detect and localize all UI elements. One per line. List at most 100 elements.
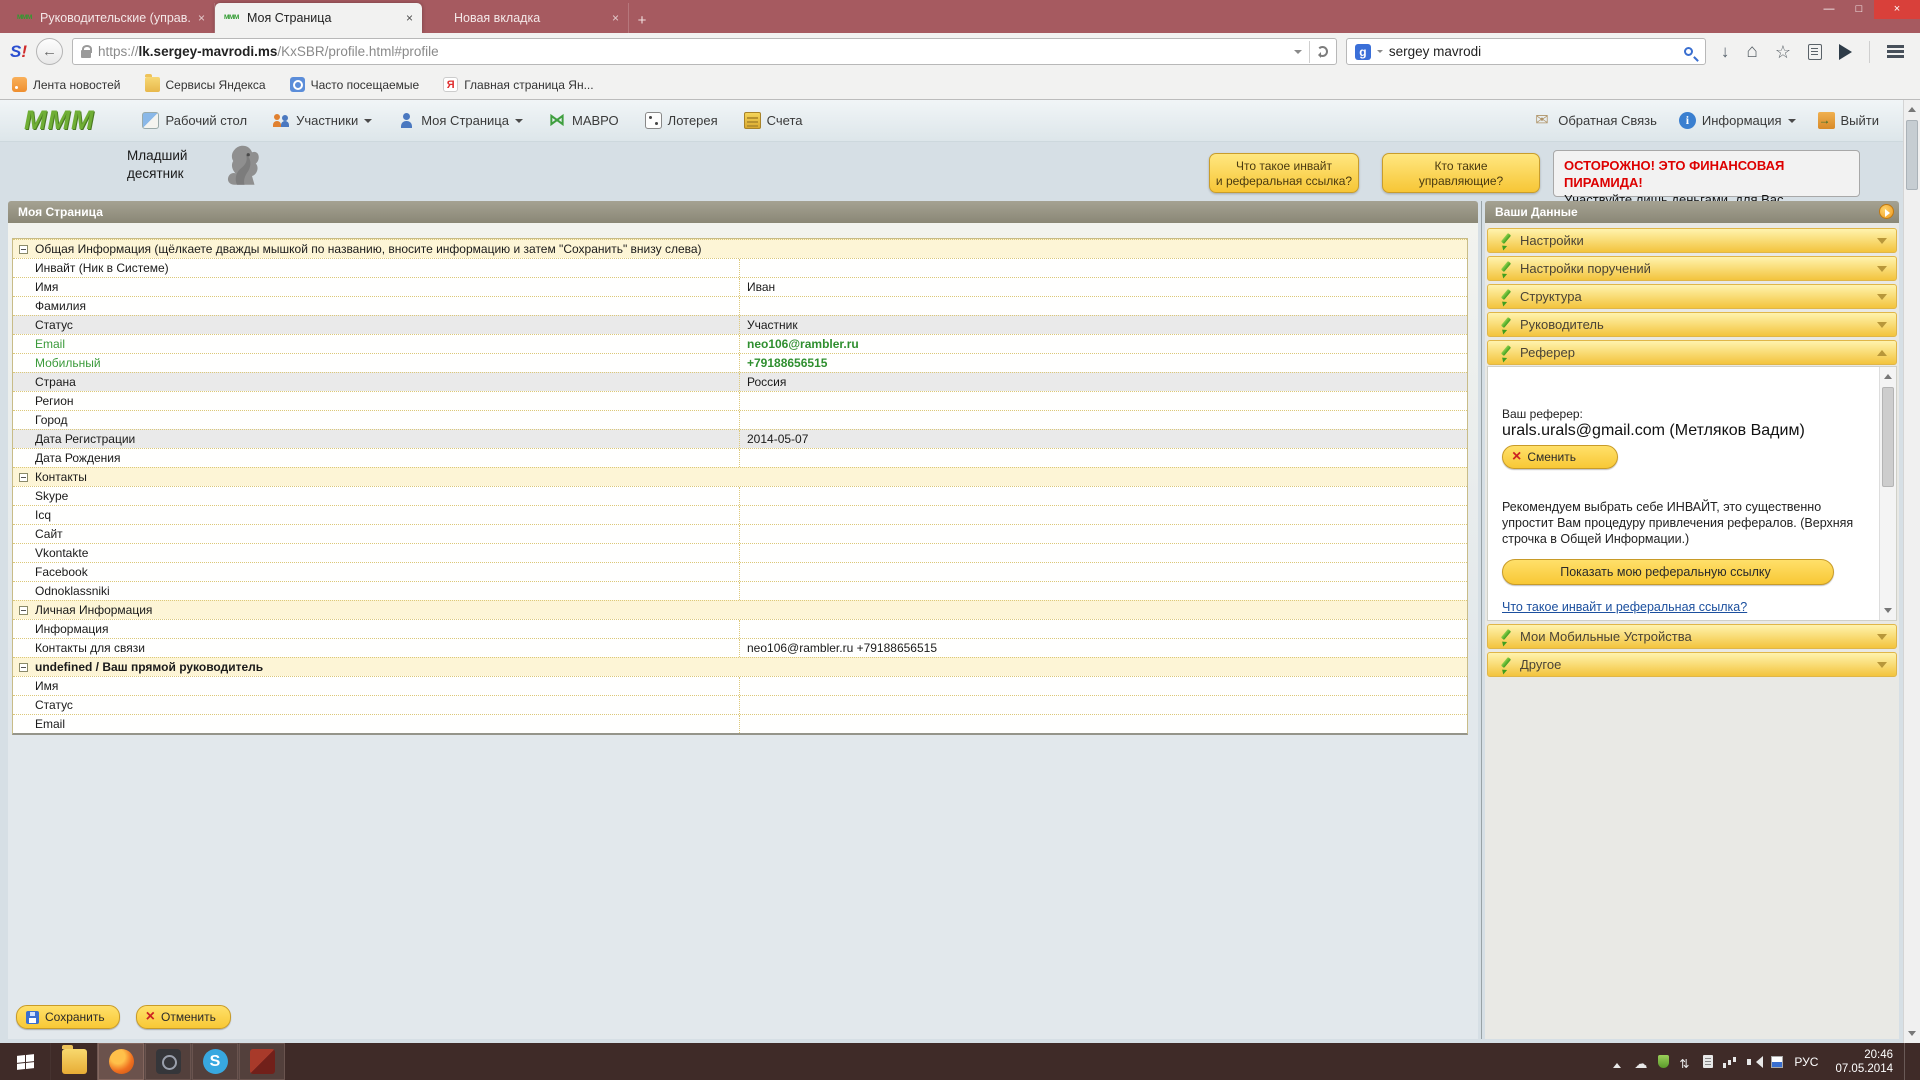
accordion-section[interactable]: Настройки поручений [1487,256,1897,281]
scrollbar-thumb[interactable] [1906,120,1918,190]
language-indicator[interactable]: РУС [1794,1055,1818,1069]
bookmark-item[interactable]: Сервисы Яндекса [145,77,266,92]
accordion-section[interactable]: Мои Мобильные Устройства [1487,624,1897,649]
table-row[interactable]: Общая Информация (щёлкаете дважды мышкой… [13,239,1467,258]
downloads-icon[interactable] [1721,43,1730,60]
table-row[interactable]: Сайт [13,524,1467,543]
table-row[interactable]: Icq [13,505,1467,524]
table-row[interactable]: Email [13,714,1467,733]
field-value[interactable] [739,620,1467,638]
accordion-section[interactable]: Настройки [1487,228,1897,253]
field-value[interactable]: Россия [739,373,1467,391]
search-bar[interactable]: sergey mavrodi [1346,38,1706,65]
table-row[interactable]: Город [13,410,1467,429]
field-value[interactable] [739,525,1467,543]
scroll-up-icon[interactable] [1904,101,1920,117]
field-value[interactable]: neo106@rambler.ru +79188656515 [739,639,1467,657]
collapse-icon[interactable] [19,245,28,254]
search-icon[interactable] [1684,47,1693,56]
accordion-section[interactable]: Руководитель [1487,312,1897,337]
browser-tab[interactable]: Новая вкладка × [422,3,629,33]
menu-icon[interactable] [1887,45,1904,58]
table-row[interactable]: Контакты для связи neo106@rambler.ru +79… [13,638,1467,657]
url-text[interactable]: https://lk.sergey-mavrodi.ms/KxSBR/profi… [98,44,1287,59]
reload-icon[interactable] [1317,46,1328,57]
field-value[interactable] [739,715,1467,733]
field-value[interactable]: neo106@rambler.ru [739,335,1467,353]
browser-tab[interactable]: Руководительские (управ... × [8,3,215,33]
search-engine-dropdown-icon[interactable] [1377,50,1383,56]
field-value[interactable] [739,449,1467,467]
tab-close-icon[interactable]: × [612,11,619,25]
table-row[interactable]: Имя Иван [13,277,1467,296]
field-value[interactable] [739,677,1467,695]
field-value[interactable] [739,411,1467,429]
tray-icon[interactable] [1771,1056,1783,1068]
collapse-icon[interactable] [19,663,28,672]
table-row[interactable]: undefined / Ваш прямой руководитель [13,657,1467,676]
field-value[interactable] [739,696,1467,714]
bookmark-item[interactable]: Главная страница Ян... [443,77,593,92]
table-row[interactable]: Инвайт (Ник в Системе) [13,258,1467,277]
search-input[interactable]: sergey mavrodi [1389,44,1678,59]
promo-invite-button[interactable]: Что такое инвайти реферальная ссылка? [1209,153,1359,193]
site-nav-item[interactable]: МАВРО [549,112,619,129]
collapse-panel-icon[interactable] [1879,204,1894,219]
google-icon[interactable] [1355,44,1371,60]
accordion-section[interactable]: Структура [1487,284,1897,309]
tray-icon[interactable] [1747,1055,1761,1069]
tray-icon[interactable] [1634,1055,1648,1069]
maximize-button[interactable]: □ [1844,0,1874,19]
url-bar[interactable]: https://lk.sergey-mavrodi.ms/KxSBR/profi… [72,38,1337,65]
tray-icon[interactable] [1658,1055,1669,1068]
url-dropdown-icon[interactable] [1294,50,1302,58]
browser-tab[interactable]: Моя Страница × [215,3,422,33]
bookmarks-panel-icon[interactable] [1808,44,1822,60]
field-value[interactable] [739,506,1467,524]
site-nav-item[interactable]: Выйти [1818,112,1880,129]
table-row[interactable]: Дата Рождения [13,448,1467,467]
table-row[interactable]: Информация [13,619,1467,638]
table-row[interactable]: Дата Регистрации 2014-05-07 [13,429,1467,448]
collapse-icon[interactable] [19,606,28,615]
mmm-logo[interactable]: MMM [24,105,94,136]
field-value[interactable]: 2014-05-07 [739,430,1467,448]
minimize-button[interactable]: — [1814,0,1844,19]
table-row[interactable]: Страна Россия [13,372,1467,391]
show-desktop-button[interactable] [1904,1043,1912,1080]
field-value[interactable] [739,297,1467,315]
table-row[interactable]: Имя [13,676,1467,695]
tray-icon[interactable] [1703,1055,1713,1068]
close-button[interactable]: × [1874,0,1920,19]
show-referral-link-button[interactable]: Показать мою реферальную ссылку [1502,559,1834,585]
table-row[interactable]: Мобильный +79188656515 [13,353,1467,372]
site-nav-item[interactable]: Счета [744,112,803,129]
field-value[interactable] [739,544,1467,562]
table-row[interactable]: Контакты [13,467,1467,486]
promo-managers-button[interactable]: Кто такиеуправляющие? [1382,153,1540,193]
plugin-icon[interactable] [1839,44,1852,60]
site-nav-item[interactable]: Участники [273,112,372,129]
taskbar-app[interactable] [50,1043,97,1080]
table-row[interactable]: Статус Участник [13,315,1467,334]
table-row[interactable]: Личная Информация [13,600,1467,619]
bookmark-item[interactable]: Часто посещаемые [290,77,420,92]
field-value[interactable] [739,563,1467,581]
field-value[interactable] [739,582,1467,600]
site-nav-item[interactable]: Информация [1679,112,1796,129]
taskbar-app[interactable] [191,1043,238,1080]
change-referer-button[interactable]: Сменить [1502,445,1618,469]
field-value[interactable]: Участник [739,316,1467,334]
browser-logo[interactable]: S! [10,42,27,62]
tray-icon[interactable] [1679,1055,1693,1069]
home-icon[interactable] [1746,42,1757,61]
taskbar-app[interactable] [97,1043,144,1080]
new-tab-button[interactable]: + [629,9,655,33]
taskbar-app[interactable] [144,1043,191,1080]
tray-icon[interactable] [1723,1055,1737,1069]
page-scrollbar[interactable] [1903,100,1920,1043]
tray-icon[interactable] [1610,1055,1624,1069]
table-row[interactable]: Facebook [13,562,1467,581]
cancel-button[interactable]: Отменить [136,1005,231,1029]
table-row[interactable]: Skype [13,486,1467,505]
